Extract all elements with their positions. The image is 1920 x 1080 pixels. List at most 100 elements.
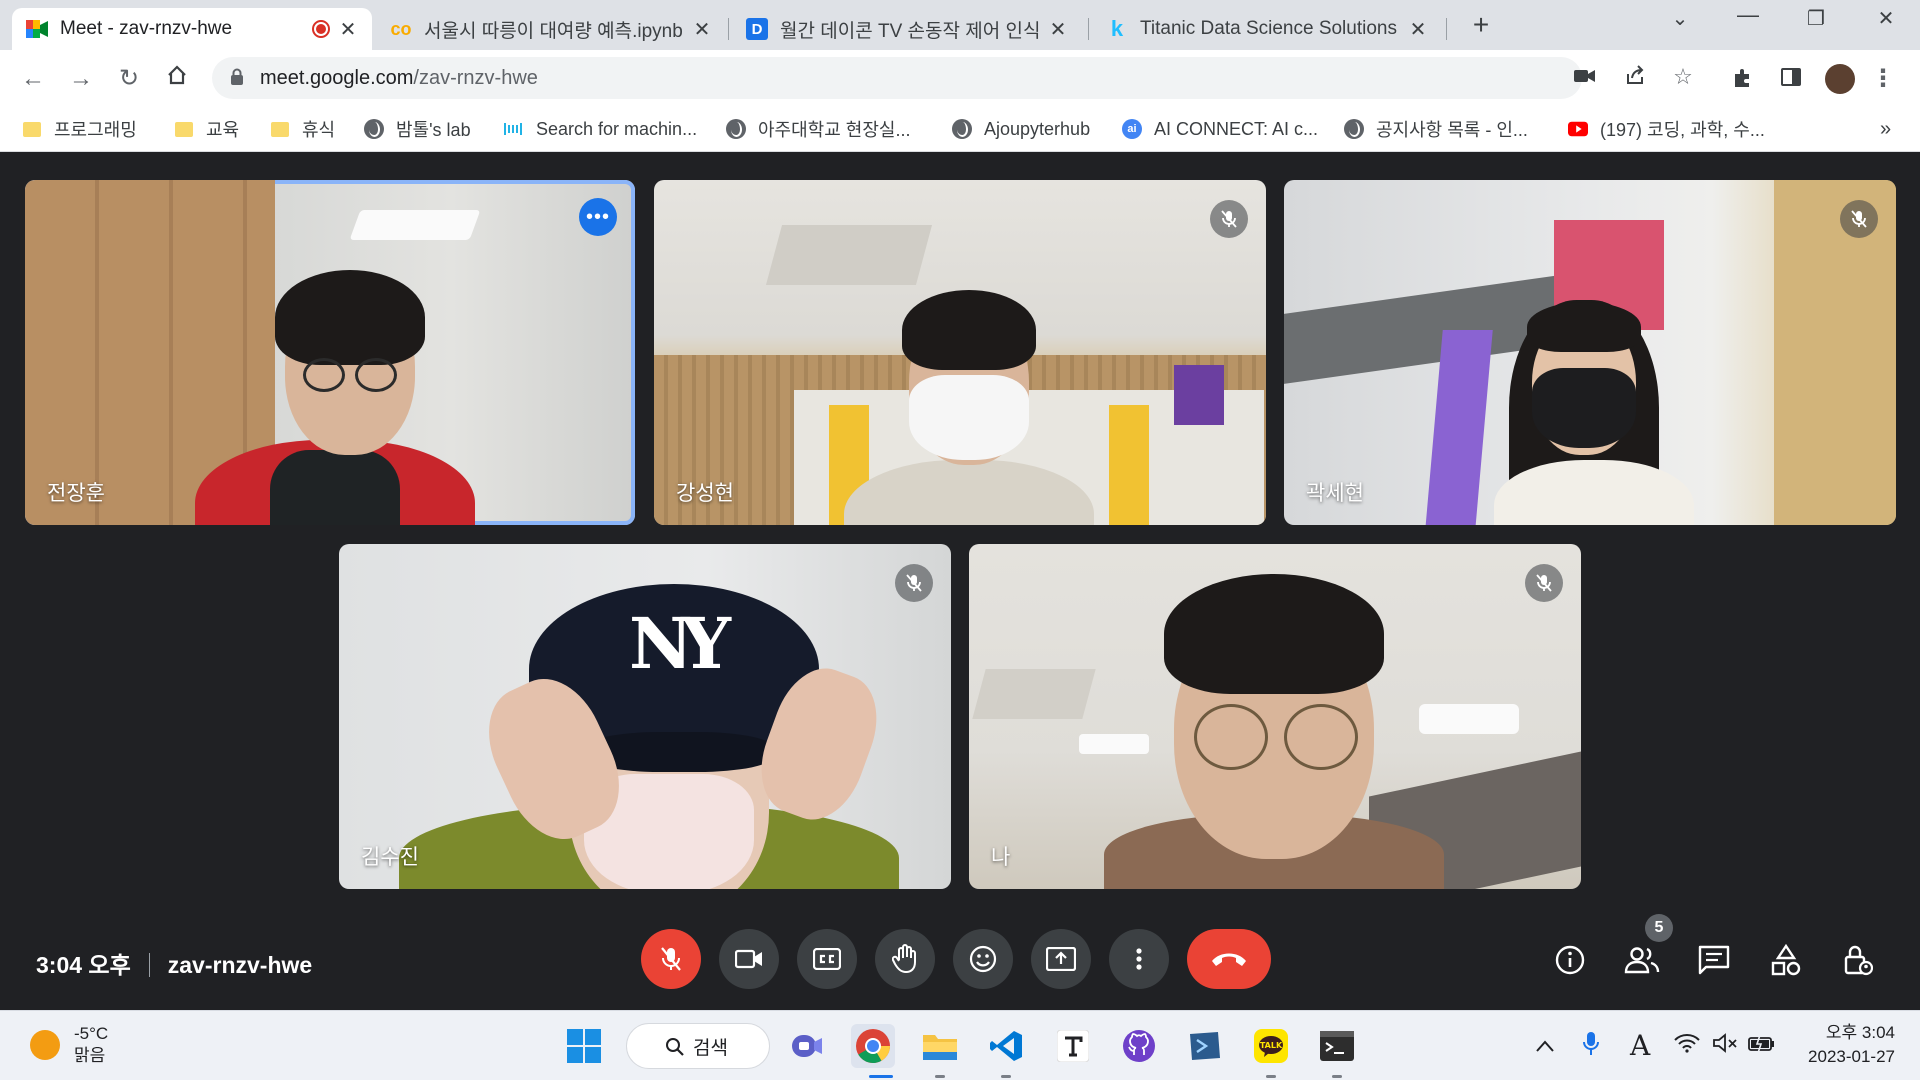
participant-tile[interactable]: ••• 전장훈	[25, 180, 635, 525]
bookmark-item[interactable]: 아주대학교 현장실...	[726, 115, 910, 143]
tab-title: 서울시 따릉이 대여량 예측.ipynb	[424, 20, 683, 42]
ai-connect-icon: ai	[1122, 119, 1142, 139]
reactions-button[interactable]	[953, 929, 1013, 989]
present-screen-button[interactable]	[1031, 929, 1091, 989]
bookmark-label: 아주대학교 현장실...	[758, 120, 911, 140]
start-button[interactable]	[562, 1024, 606, 1068]
activities-button[interactable]	[1766, 940, 1806, 980]
typora-app[interactable]	[1051, 1024, 1095, 1068]
leave-call-button[interactable]	[1187, 929, 1271, 989]
github-desktop-app[interactable]	[1117, 1024, 1161, 1068]
kakaotalk-app[interactable]: TALK	[1249, 1024, 1293, 1068]
participant-name: 김수진	[361, 846, 419, 869]
close-tab-icon[interactable]: ✕	[1408, 17, 1428, 42]
meeting-code: zav-rnzv-hwe	[167, 952, 313, 978]
home-button[interactable]	[162, 64, 192, 94]
participant-tile[interactable]: 곽세현	[1284, 180, 1896, 525]
tab-separator	[728, 18, 729, 40]
taskbar-search[interactable]: 검색	[626, 1023, 770, 1069]
address-bar[interactable]: meet.google.com/zav-rnzv-hwe ☆	[212, 57, 1693, 99]
bookmark-item[interactable]: ai AI CONNECT: AI c...	[1122, 115, 1318, 143]
tab-meet[interactable]: Meet - zav-rnzv-hwe ✕	[12, 8, 372, 50]
battery-icon[interactable]	[1748, 1033, 1776, 1059]
close-tab-icon[interactable]: ✕	[338, 17, 358, 42]
bookmark-item[interactable]: 밤톨's lab	[364, 115, 471, 143]
chat-button[interactable]	[1694, 940, 1734, 980]
people-icon	[1624, 947, 1660, 974]
forward-button[interactable]: →	[66, 64, 96, 94]
reload-button[interactable]: ↻	[114, 64, 144, 94]
colab-icon: co	[390, 18, 412, 39]
camera-toggle-button[interactable]	[719, 929, 779, 989]
tab-search-icon[interactable]: ⌄	[1660, 6, 1700, 36]
weather-widget[interactable]: -5°C 맑음	[30, 1023, 108, 1067]
teams-chat-app[interactable]	[785, 1024, 829, 1068]
participant-name: 곽세현	[1306, 482, 1364, 505]
share-icon[interactable]	[1622, 64, 1648, 90]
ceiling-light	[1419, 704, 1519, 734]
tab-kaggle[interactable]: k Titanic Data Science Solutions | ✕	[1092, 8, 1442, 50]
close-tab-icon[interactable]: ✕	[1048, 17, 1068, 42]
terminal-app[interactable]	[1315, 1024, 1359, 1068]
folder-icon	[923, 1035, 957, 1060]
running-indicator	[935, 1075, 945, 1078]
volume-muted-icon[interactable]	[1712, 1033, 1738, 1059]
bookmark-star-icon[interactable]: ☆	[1670, 64, 1696, 90]
new-tab-button[interactable]: +	[1466, 11, 1496, 41]
people-button[interactable]	[1622, 940, 1662, 980]
host-controls-button[interactable]	[1838, 940, 1878, 980]
camera-in-use-icon[interactable]	[1572, 64, 1598, 90]
vscode-app[interactable]	[984, 1024, 1028, 1068]
bookmark-item[interactable]: 휴식	[270, 115, 335, 143]
taskbar-clock[interactable]: 오후 3:04 2023-01-27	[1795, 1021, 1895, 1069]
winscp-app[interactable]	[1183, 1024, 1227, 1068]
more-options-button[interactable]	[1109, 929, 1169, 989]
wifi-icon[interactable]	[1674, 1033, 1700, 1059]
close-window-button[interactable]: ✕	[1866, 6, 1906, 36]
extensions-icon[interactable]	[1730, 66, 1756, 92]
microphone-in-use-icon[interactable]	[1582, 1031, 1600, 1063]
air-conditioner	[972, 669, 1096, 719]
chrome-app[interactable]	[851, 1024, 895, 1068]
back-button[interactable]: ←	[18, 64, 48, 94]
microphone-toggle-button[interactable]	[641, 929, 701, 989]
running-indicator	[1266, 1075, 1276, 1078]
participant-tile[interactable]: 강성현	[654, 180, 1266, 525]
meeting-info: 3:04 오후 zav-rnzv-hwe	[36, 946, 312, 980]
muted-mic-icon	[1210, 200, 1248, 238]
captions-button[interactable]	[797, 929, 857, 989]
file-explorer-app[interactable]	[918, 1024, 962, 1068]
chat-icon	[1698, 945, 1730, 975]
chrome-menu-icon[interactable]: ⋮	[1870, 66, 1896, 92]
bookmark-item[interactable]: 프로그래밍	[22, 115, 137, 143]
kaggle-icon: k	[1110, 16, 1124, 41]
raise-hand-button[interactable]	[875, 929, 935, 989]
chat-camera-icon	[792, 1035, 822, 1057]
close-tab-icon[interactable]: ✕	[692, 17, 712, 42]
bookmark-item[interactable]: Search for machin...	[504, 115, 697, 143]
tab-colab[interactable]: co 서울시 따릉이 대여량 예측.ipynb ✕	[376, 8, 726, 50]
minimize-button[interactable]: —	[1728, 2, 1768, 32]
meeting-details-button[interactable]	[1550, 940, 1590, 980]
bookmark-item[interactable]: 공지사항 목록 - 인...	[1344, 115, 1528, 143]
bookmark-item[interactable]: Ajoupyterhub	[952, 115, 1090, 143]
bookmark-item[interactable]: 교육	[174, 115, 239, 143]
taskbar-time: 오후 3:04	[1825, 1023, 1895, 1042]
tab-title: 월간 데이콘 TV 손동작 제어 인식	[780, 20, 1040, 42]
running-indicator	[1001, 1075, 1011, 1078]
more-bookmarks-button[interactable]: »	[1880, 115, 1891, 143]
tab-strip: Meet - zav-rnzv-hwe ✕ co 서울시 따릉이 대여량 예측.…	[0, 0, 1920, 50]
side-panel-icon[interactable]	[1778, 66, 1804, 92]
ime-indicator[interactable]: A	[1630, 1029, 1650, 1062]
bookmark-item[interactable]: (197) 코딩, 과학, 수...	[1568, 115, 1765, 143]
participant-tile[interactable]: 나	[969, 544, 1581, 889]
show-hidden-icons-button[interactable]	[1535, 1033, 1555, 1059]
bookmark-label: AI CONNECT: AI c...	[1154, 118, 1319, 139]
more-options-button[interactable]: •••	[579, 198, 617, 236]
profile-avatar[interactable]	[1825, 64, 1855, 94]
restore-button[interactable]: ❐	[1796, 6, 1836, 36]
tab-title: Meet - zav-rnzv-hwe	[60, 18, 233, 39]
typora-icon	[1057, 1030, 1089, 1062]
participant-tile[interactable]: NY 김수진	[339, 544, 951, 889]
tab-dacon[interactable]: D 월간 데이콘 TV 손동작 제어 인식 ✕	[732, 8, 1082, 50]
